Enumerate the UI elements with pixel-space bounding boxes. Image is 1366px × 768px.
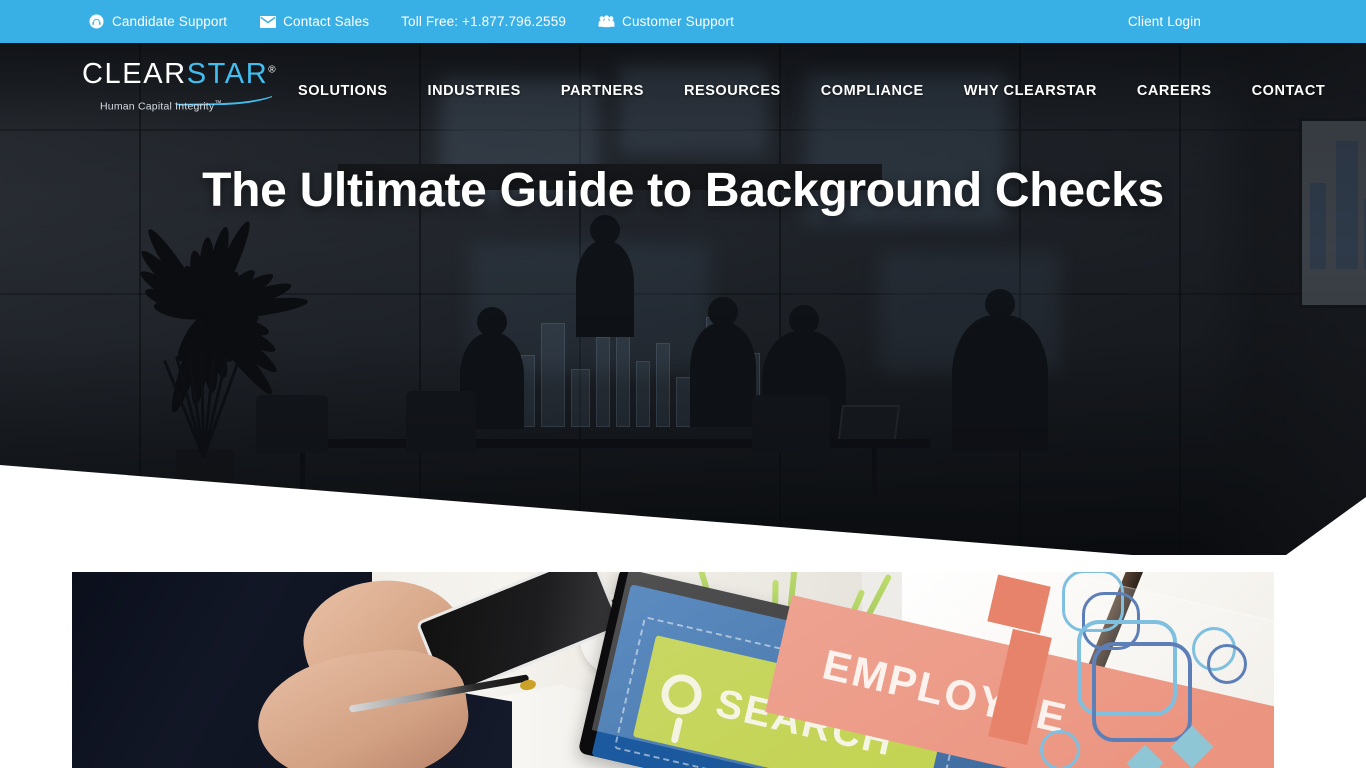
nav-item-solutions[interactable]: SOLUTIONS — [290, 83, 408, 99]
utility-links: Candidate Support Contact Sales Toll Fre… — [88, 14, 766, 30]
envelope-icon — [259, 14, 276, 30]
toll-free-phone[interactable]: Toll Free: +1.877.796.2559 — [401, 15, 566, 29]
contact-sales-label: Contact Sales — [283, 13, 370, 29]
nav-item-contact[interactable]: CONTACT — [1232, 83, 1346, 99]
toll-free-label: Toll Free: +1.877.796.2559 — [401, 13, 567, 29]
feature-image: SEARCH EMPLOYEE — [72, 572, 1274, 768]
nav-item-why-clearstar[interactable]: WHY CLEARSTAR — [944, 83, 1117, 99]
logo-trademark-mark: ™ — [214, 100, 222, 107]
logo-clear-text: CLEAR — [82, 58, 187, 90]
page-title: The Ultimate Guide to Background Checks — [202, 164, 1164, 217]
utility-topbar: Candidate Support Contact Sales Toll Fre… — [0, 0, 1366, 43]
nav-item-partners[interactable]: PARTNERS — [541, 83, 664, 99]
people-group-icon — [598, 14, 615, 30]
content-area: SEARCH EMPLOYEE — [0, 555, 1366, 768]
site-header: CLEARSTAR® Human Capital Integrity™ SOLU… — [0, 43, 1366, 138]
nav-item-compliance[interactable]: COMPLIANCE — [801, 83, 944, 99]
clearstar-logo[interactable]: CLEARSTAR® Human Capital Integrity™ — [82, 58, 276, 120]
nav-item-careers[interactable]: CAREERS — [1117, 83, 1232, 99]
main-navigation: SOLUTIONS INDUSTRIES PARTNERS RESOURCES … — [290, 43, 1345, 138]
nav-item-industries[interactable]: INDUSTRIES — [408, 83, 541, 99]
candidate-support-link[interactable]: Candidate Support — [88, 14, 227, 30]
logo-star-text: STAR — [186, 58, 269, 90]
client-login-link[interactable]: Client Login — [1128, 14, 1201, 29]
logo-tagline-text: Human Capital Integrity — [100, 100, 215, 113]
contact-sales-link[interactable]: Contact Sales — [259, 14, 369, 30]
candidate-support-label: Candidate Support — [112, 13, 228, 29]
headset-icon — [88, 14, 105, 30]
customer-support-label: Customer Support — [622, 13, 734, 29]
customer-support-link[interactable]: Customer Support — [598, 14, 734, 30]
logo-registered-mark: ® — [268, 64, 276, 76]
logo-tagline: Human Capital Integrity™ — [100, 100, 222, 113]
nav-item-resources[interactable]: RESOURCES — [664, 83, 801, 99]
utility-right: Client Login — [1128, 0, 1366, 43]
logo-wordmark: CLEARSTAR® — [82, 58, 276, 90]
